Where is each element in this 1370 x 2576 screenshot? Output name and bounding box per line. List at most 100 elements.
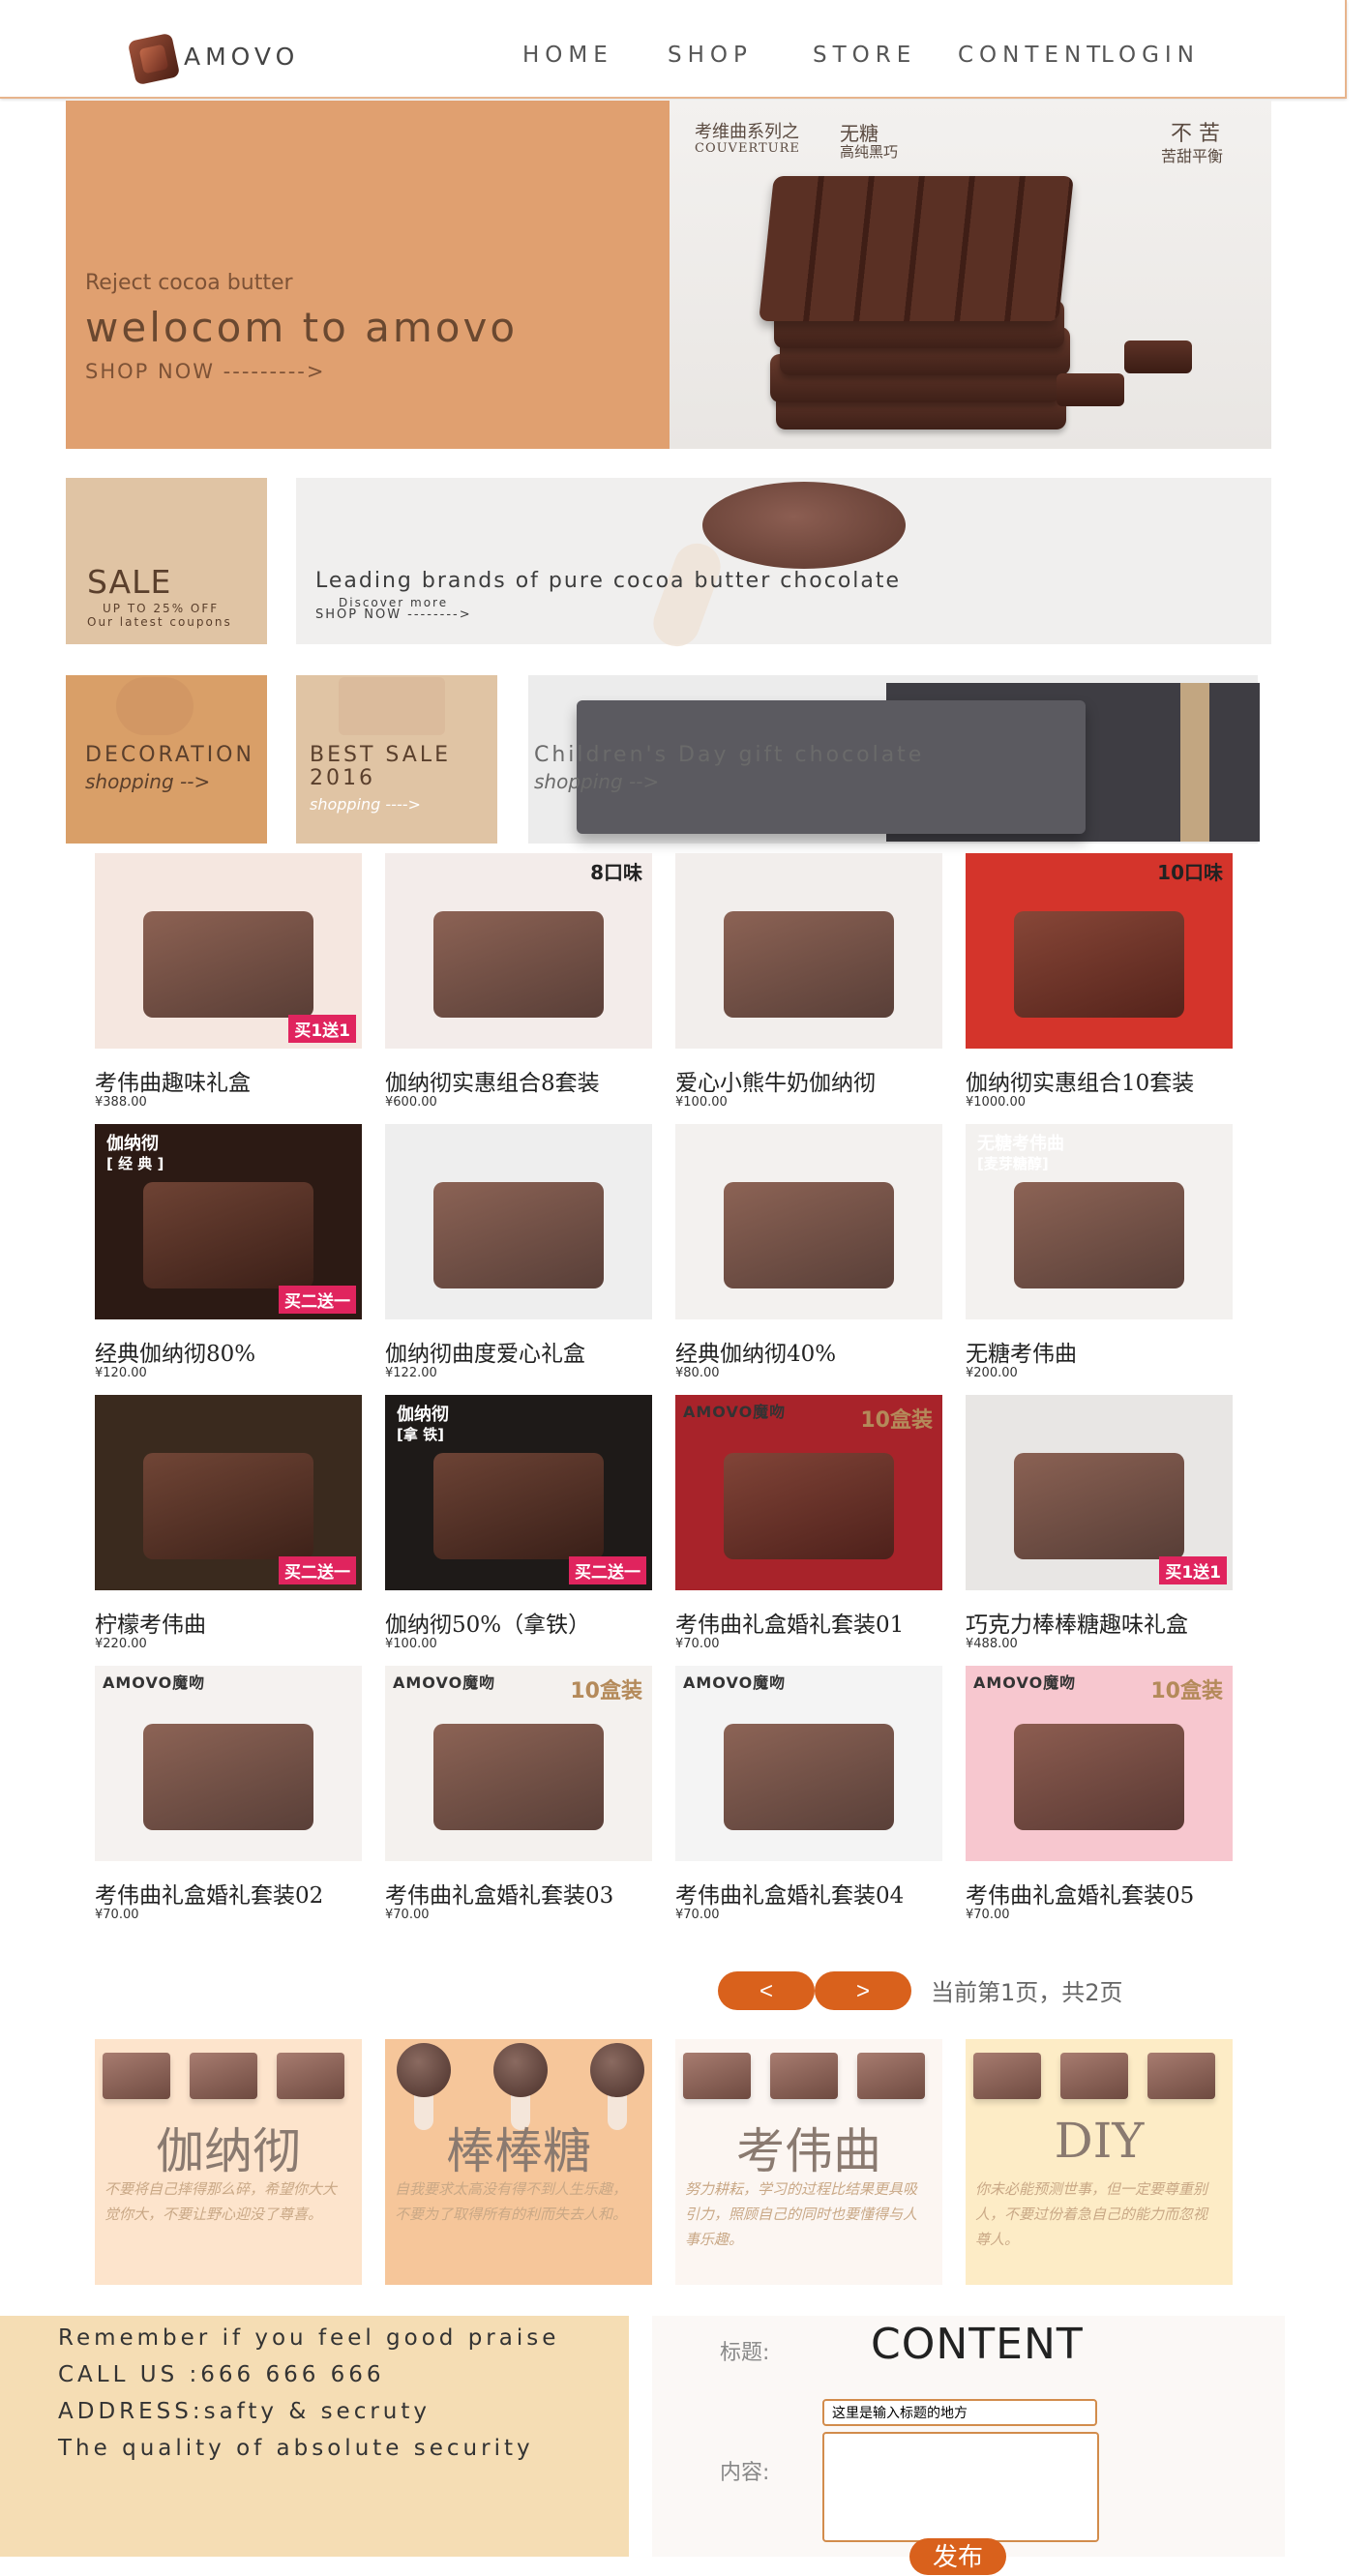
hero-series-en: COUVERTURE	[695, 141, 800, 156]
product-name[interactable]: 考伟曲礼盒婚礼套装04	[675, 1877, 904, 1910]
hero-dark-label: 高纯黑巧	[840, 143, 899, 161]
brand-tag: AMOVO魔吻	[103, 1673, 206, 1692]
product-image[interactable]: 买二送一	[95, 1395, 362, 1590]
product-name[interactable]: 伽纳彻50%（拿铁）	[385, 1606, 590, 1639]
product-name[interactable]: 考伟曲趣味礼盒	[95, 1064, 251, 1097]
title-input[interactable]	[822, 2399, 1097, 2426]
category-title: 考伟曲	[736, 2123, 881, 2179]
gift-ribbon	[1180, 683, 1209, 842]
wedding-box-tag: 10盒装	[860, 1408, 933, 1433]
promo-badge: 买二送一	[569, 1556, 646, 1584]
footer-quality: The quality of absolute security	[58, 2436, 534, 2461]
product-name[interactable]: 考伟曲礼盒婚礼套装01	[675, 1606, 904, 1639]
brand-tag: AMOVO魔吻	[683, 1403, 787, 1421]
decoration-shop-link[interactable]: shopping -->	[85, 770, 210, 793]
footer-line-1: Remember if you feel good praise	[58, 2325, 560, 2351]
product-subtag: [拿 铁]	[397, 1426, 444, 1443]
product-price: ¥600.00	[385, 1095, 437, 1110]
promo-badge: 买二送一	[279, 1286, 356, 1314]
product-price: ¥70.00	[95, 1908, 139, 1922]
product-name[interactable]: 伽纳彻实惠组合10套装	[966, 1064, 1194, 1097]
product-price: ¥70.00	[675, 1908, 720, 1922]
hero-subtitle: Reject cocoa butter	[85, 271, 293, 295]
product-image[interactable]: 买1送1	[966, 1395, 1233, 1590]
product-tag: 无糖考伟曲	[977, 1134, 1064, 1154]
product-price: ¥200.00	[966, 1366, 1018, 1380]
brand-shop-link[interactable]: SHOP NOW -------->	[315, 607, 472, 622]
product-image[interactable]: 买二送一 伽纳彻[ 经 典 ]	[95, 1124, 362, 1319]
promo-badge: 买1送1	[1159, 1556, 1227, 1584]
product-price: ¥100.00	[675, 1095, 728, 1110]
product-image[interactable]: 买1送1	[95, 853, 362, 1049]
content-textarea[interactable]	[822, 2432, 1099, 2542]
nav-content[interactable]: CONTENT	[958, 43, 1106, 68]
prev-page-button[interactable]: <	[718, 1971, 815, 2010]
product-name[interactable]: 考伟曲礼盒婚礼套装05	[966, 1877, 1194, 1910]
wedding-box-tag: 10盒装	[570, 1679, 642, 1703]
category-title: 伽纳彻	[156, 2123, 301, 2179]
children-shop-link[interactable]: shopping -->	[534, 770, 659, 793]
product-image[interactable]	[675, 1124, 942, 1319]
product-name[interactable]: 经典伽纳彻80%	[95, 1335, 255, 1368]
product-name[interactable]: 巧克力棒棒糖趣味礼盒	[966, 1606, 1188, 1639]
wedding-box-tag: 10盒装	[1150, 1679, 1223, 1703]
nav-shop[interactable]: SHOP	[668, 43, 753, 68]
product-name[interactable]: 柠檬考伟曲	[95, 1606, 206, 1639]
category-title: 棒棒糖	[446, 2123, 591, 2179]
product-name[interactable]: 无糖考伟曲	[966, 1335, 1077, 1368]
product-image[interactable]: 无糖考伟曲 [麦芽糖醇]	[966, 1124, 1233, 1319]
product-name[interactable]: 经典伽纳彻40%	[675, 1335, 836, 1368]
product-image[interactable]	[385, 1124, 652, 1319]
product-price: ¥100.00	[385, 1637, 437, 1651]
product-image[interactable]	[675, 853, 942, 1049]
title-label: 标题:	[720, 2341, 770, 2365]
hero-shop-link[interactable]: SHOP NOW --------->	[85, 360, 325, 383]
product-image[interactable]: 10口味	[966, 853, 1233, 1049]
best-sale-title: BEST SALE	[310, 743, 451, 767]
product-name[interactable]: 考伟曲礼盒婚礼套装02	[95, 1877, 323, 1910]
product-name[interactable]: 伽纳彻曲度爱心礼盒	[385, 1335, 585, 1368]
product-price: ¥220.00	[95, 1637, 147, 1651]
brand-tag: AMOVO魔吻	[683, 1673, 787, 1692]
product-image[interactable]: AMOVO魔吻 10盒装	[385, 1666, 652, 1861]
hero-banner-image: 考维曲系列之 COUVERTURE 无糖 高纯黑巧 不 苦 苦甜平衡	[670, 101, 1271, 449]
next-page-button[interactable]: >	[815, 1971, 911, 2010]
product-price: ¥70.00	[385, 1908, 430, 1922]
product-price: ¥488.00	[966, 1637, 1018, 1651]
product-price: ¥388.00	[95, 1095, 147, 1110]
logo-icon[interactable]	[127, 32, 181, 86]
hero-balance-label: 苦甜平衡	[1161, 147, 1224, 165]
product-price: ¥70.00	[966, 1908, 1010, 1922]
best-sale-year: 2016	[310, 766, 375, 790]
category-description: 不要将自己摔得那么碎，希望你大大觉你大，不要让野心迎没了尊喜。	[104, 2180, 338, 2223]
flavor-count-tag: 8口味	[590, 861, 642, 884]
product-image[interactable]: AMOVO魔吻 10盒装	[675, 1395, 942, 1590]
best-sale-image	[339, 677, 445, 735]
product-tag: 伽纳彻	[106, 1134, 159, 1154]
nav-store[interactable]: STORE	[813, 43, 916, 68]
product-name[interactable]: 考伟曲礼盒婚礼套装03	[385, 1877, 613, 1910]
footer-phone: CALL US :666 666 666	[58, 2362, 385, 2387]
nav-home[interactable]: HOME	[522, 43, 613, 68]
product-name[interactable]: 伽纳彻实惠组合8套装	[385, 1064, 600, 1097]
product-image[interactable]: AMOVO魔吻	[95, 1666, 362, 1861]
logo-text[interactable]: AMOVO	[184, 43, 299, 71]
product-image[interactable]: 买二送一 伽纳彻 [拿 铁]	[385, 1395, 652, 1590]
sale-coupons: Our latest coupons	[87, 615, 232, 629]
best-sale-shop-link[interactable]: shopping ---->	[310, 795, 421, 814]
decoration-title: DECORATION	[85, 743, 254, 767]
product-image[interactable]: 8口味	[385, 853, 652, 1049]
brand-tag: AMOVO魔吻	[393, 1673, 496, 1692]
sale-title: SALE	[87, 563, 172, 601]
nav-login[interactable]: LOGIN	[1101, 43, 1200, 68]
product-price: ¥120.00	[95, 1366, 147, 1380]
brand-tag: AMOVO魔吻	[973, 1673, 1077, 1692]
product-image[interactable]: AMOVO魔吻	[675, 1666, 942, 1861]
page-info: 当前第1页，共2页	[931, 1979, 1123, 2006]
decoration-image	[116, 677, 194, 735]
product-name[interactable]: 爱心小熊牛奶伽纳彻	[675, 1064, 876, 1097]
category-description: 你未必能预测世事，但一定要尊重别人，不要过份着急自己的能力而忽视尊人。	[975, 2180, 1208, 2248]
submit-button[interactable]: 发布	[909, 2538, 1006, 2575]
product-image[interactable]: AMOVO魔吻 10盒装	[966, 1666, 1233, 1861]
hero-title: welocom to amovo	[85, 304, 519, 351]
